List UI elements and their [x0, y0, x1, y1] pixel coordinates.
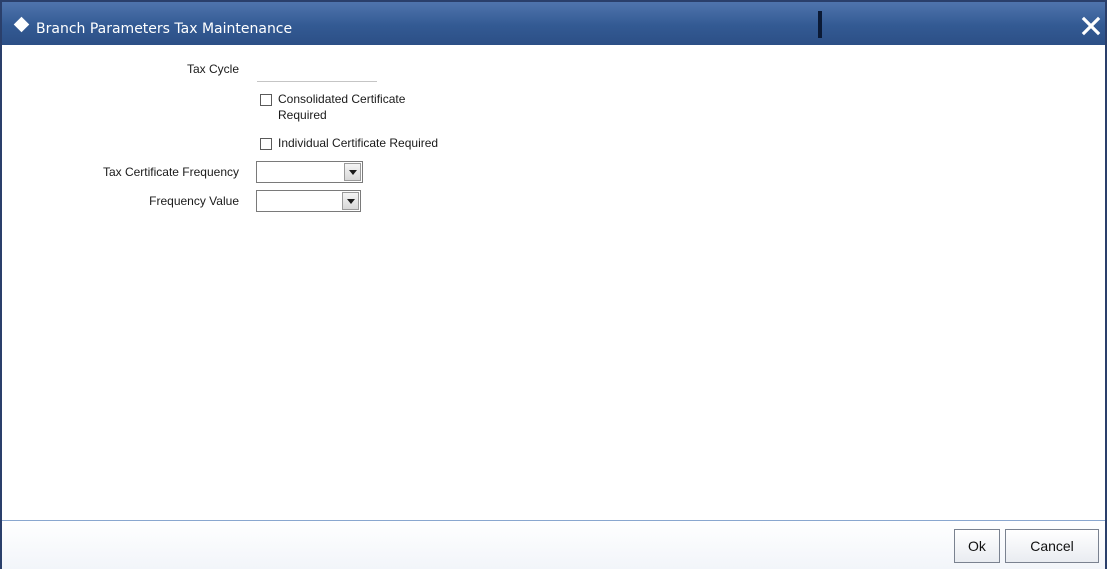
chevron-down-icon[interactable]	[344, 163, 361, 181]
individual-certificate-checkbox[interactable]	[260, 138, 272, 150]
title-bar[interactable]: Branch Parameters Tax Maintenance	[2, 2, 1105, 45]
tax-cycle-field[interactable]	[257, 81, 377, 82]
tax-certificate-frequency-select[interactable]	[256, 161, 363, 183]
close-button[interactable]	[1079, 15, 1103, 39]
window-title: Branch Parameters Tax Maintenance	[36, 21, 293, 37]
frequency-value-label: Frequency Value	[149, 194, 239, 208]
consolidated-certificate-label: Consolidated Certificate Required	[278, 92, 406, 122]
tax-cycle-label: Tax Cycle	[186, 62, 239, 76]
chevron-down-icon[interactable]	[342, 192, 359, 210]
close-icon	[1081, 16, 1101, 36]
diamond-icon	[13, 16, 30, 33]
dialog-footer: Ok Cancel	[2, 521, 1105, 569]
form-area: Tax Cycle Consolidated Certificate Requi…	[2, 45, 1105, 519]
tax-certificate-frequency-label: Tax Certificate Frequency	[102, 165, 239, 179]
individual-certificate-label: Individual Certificate Required	[278, 136, 439, 150]
cancel-button[interactable]: Cancel	[1005, 529, 1099, 563]
ok-button[interactable]: Ok	[954, 529, 1000, 563]
title-bar-separator	[818, 11, 822, 38]
frequency-value-select[interactable]	[256, 190, 361, 212]
dialog-window: Branch Parameters Tax Maintenance Tax Cy…	[0, 0, 1107, 569]
consolidated-certificate-checkbox[interactable]	[260, 94, 272, 106]
